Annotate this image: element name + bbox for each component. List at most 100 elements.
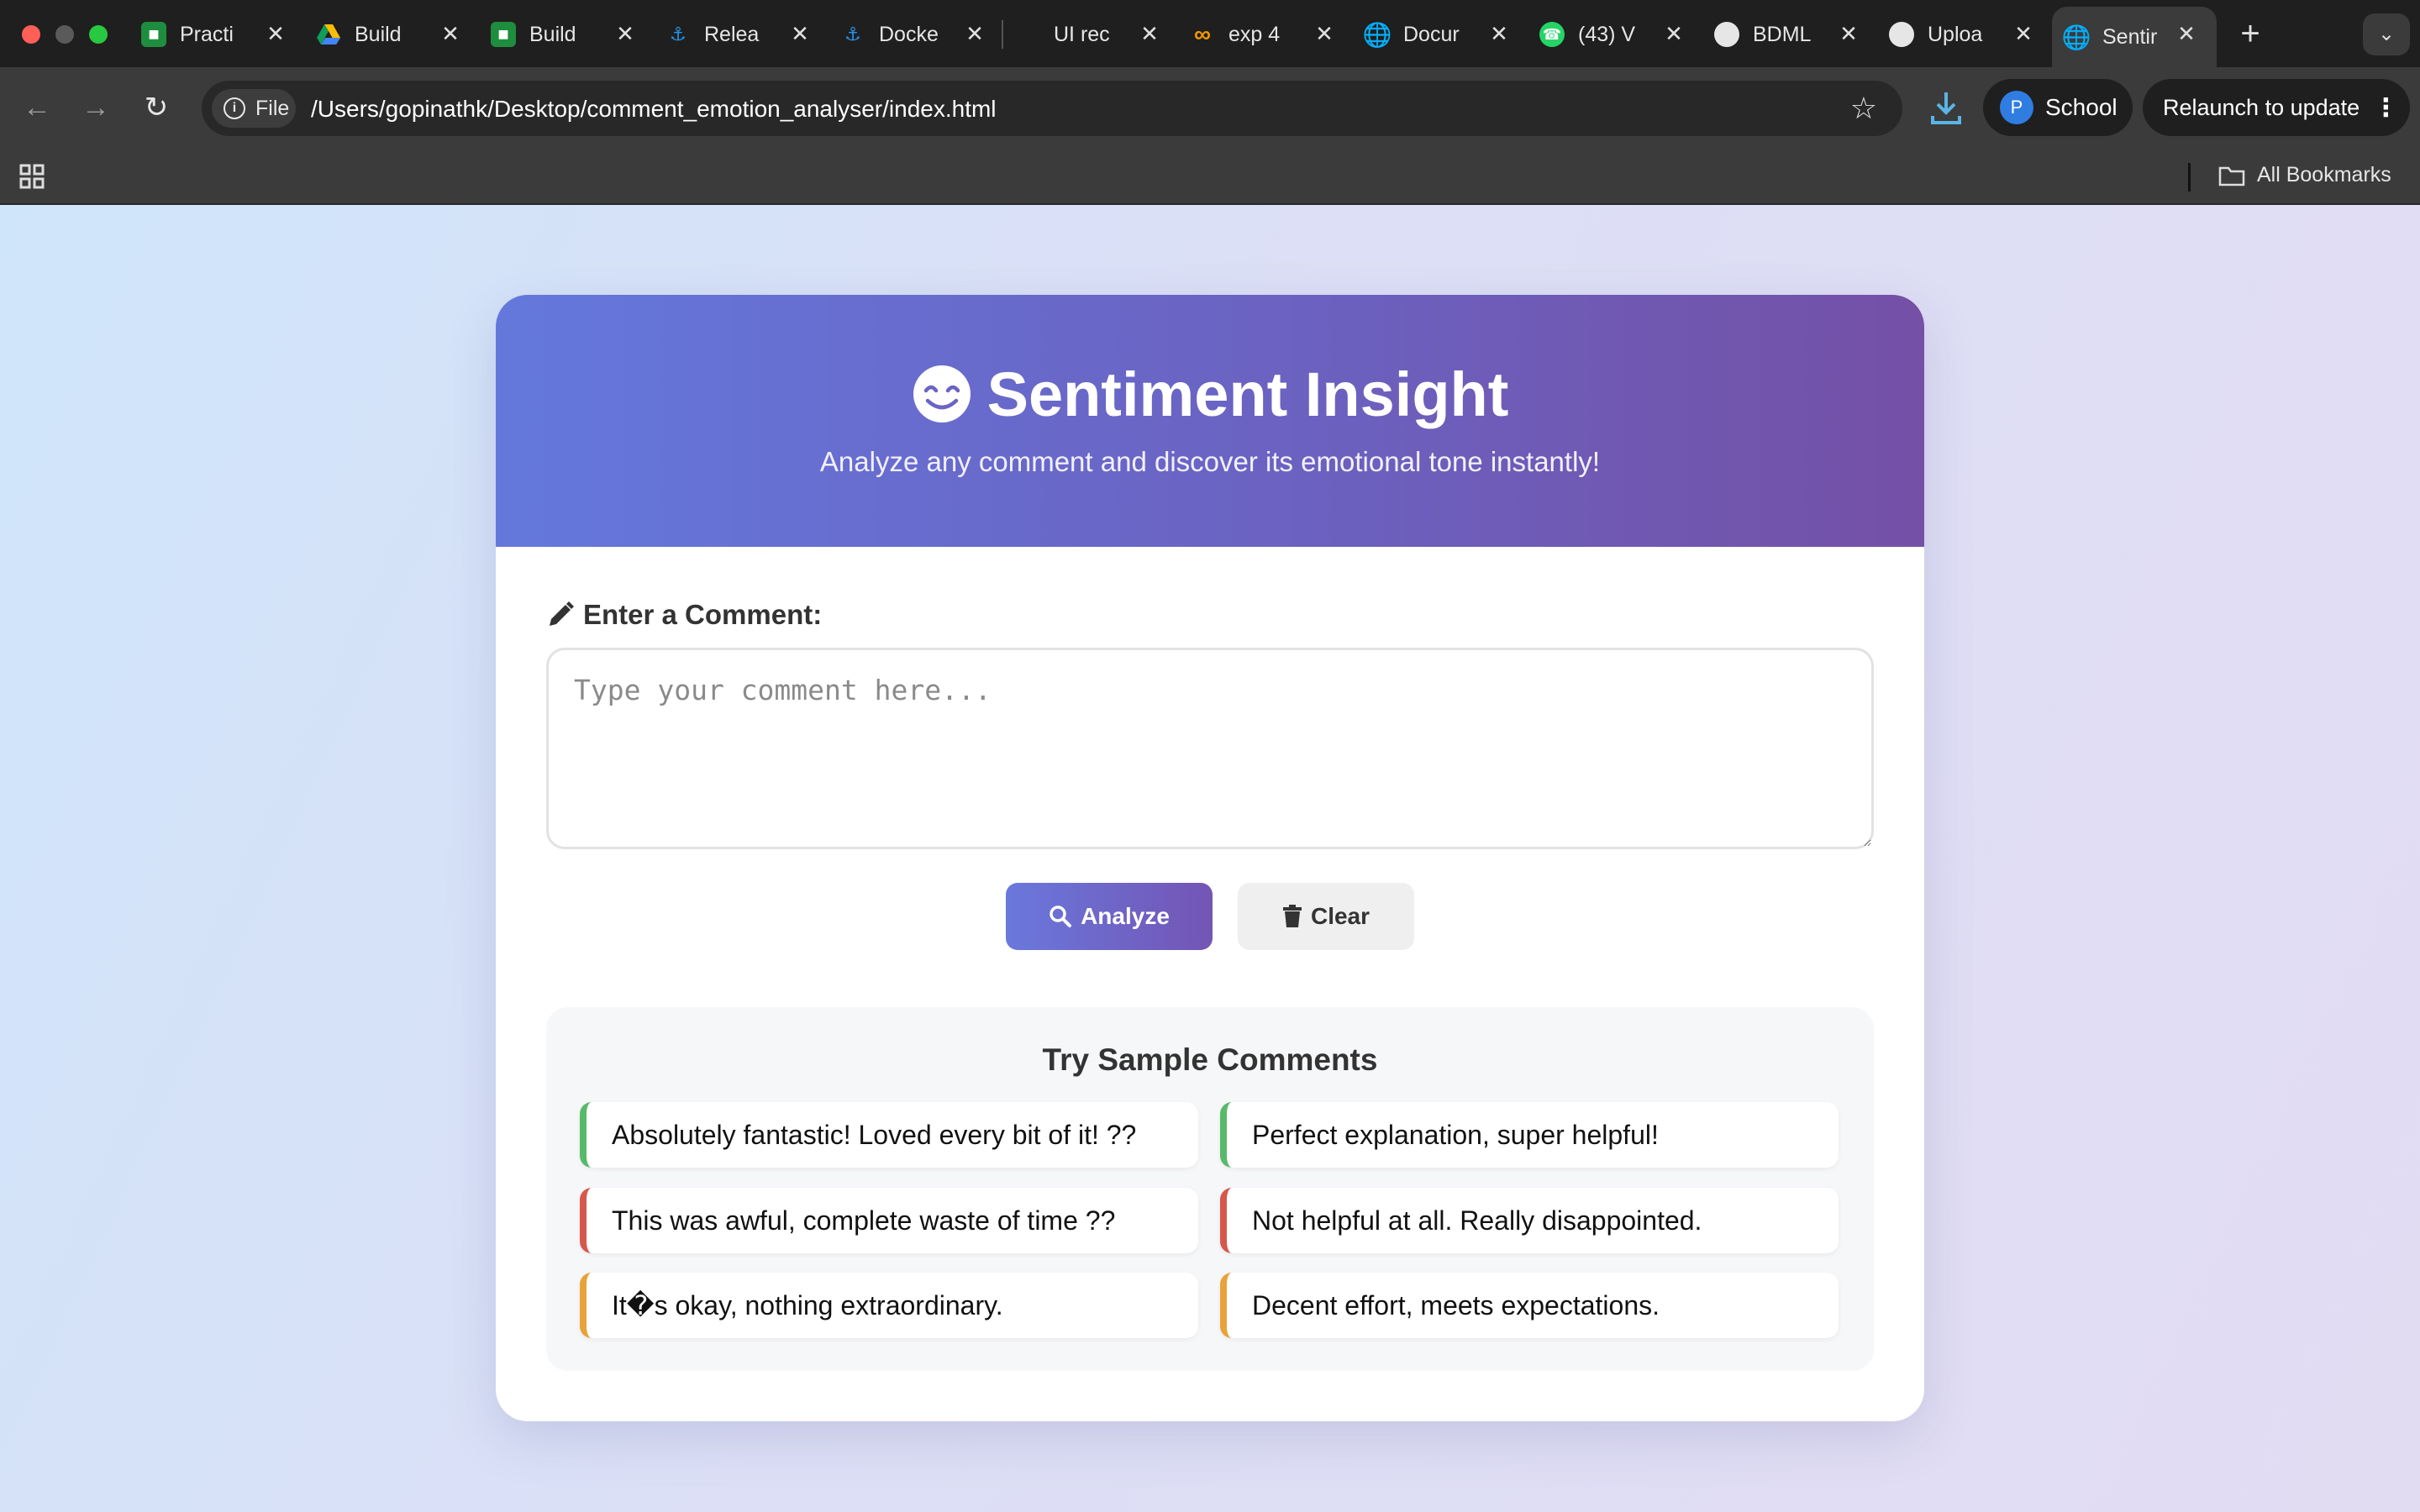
tab-title: Relea [704, 22, 760, 46]
clear-button[interactable]: Clear [1238, 883, 1414, 950]
close-tab-icon[interactable]: ✕ [1837, 22, 1860, 45]
profile-name: School [2045, 94, 2118, 120]
close-tab-icon[interactable]: ✕ [439, 22, 462, 45]
bookmark-star-icon[interactable]: ☆ [1850, 91, 1877, 126]
sample-comment[interactable]: Decent effort, meets expectations. [1220, 1273, 1839, 1338]
browser-tab[interactable]: 🌐 Docur ✕ [1363, 7, 1539, 62]
analyzer-card: Sentiment Insight Analyze any comment an… [496, 295, 1924, 1421]
classroom-icon: ■ [491, 22, 516, 47]
more-menu-icon[interactable]: ⋮ [2373, 93, 2398, 123]
browser-tab[interactable]: Build ✕ [316, 7, 491, 62]
samples-title: Try Sample Comments [1042, 1042, 1378, 1077]
all-bookmarks-label: All Bookmarks [2257, 163, 2391, 186]
close-window-button[interactable] [22, 25, 40, 44]
relaunch-button[interactable]: Relaunch to update ⋮ [2143, 79, 2410, 136]
tab-title: Docke [879, 22, 939, 46]
tab-title: exp 4 [1228, 22, 1281, 46]
clear-label: Clear [1310, 903, 1370, 929]
tab-title: Docur [1403, 22, 1460, 46]
tab-title: Practi [180, 22, 234, 46]
tab-strip: ■ Practi ✕ Build ✕ ■ Build ✕ ⚓ Relea ✕ ⚓… [0, 0, 2420, 67]
sample-comment[interactable]: Absolutely fantastic! Loved every bit of… [580, 1102, 1198, 1168]
close-tab-icon[interactable]: ✕ [264, 22, 287, 45]
page-title: Sentiment Insight [496, 359, 1924, 438]
page-subtitle: Analyze any comment and discover its emo… [819, 446, 1601, 477]
browser-tab[interactable]: Uploa ✕ [1889, 7, 2064, 62]
tab-title: (43) V [1578, 22, 1636, 46]
analyze-label: Analyze [1081, 903, 1170, 929]
maximize-window-button[interactable] [89, 25, 108, 44]
close-tab-icon[interactable]: ✕ [1313, 22, 1336, 45]
close-tab-icon[interactable]: ✕ [2012, 22, 2035, 45]
blank-icon [1015, 22, 1040, 47]
comment-input[interactable] [546, 648, 1874, 849]
sample-comment[interactable]: This was awful, complete waste of time ?… [580, 1188, 1198, 1253]
browser-tab[interactable]: UI rec ✕ [1015, 7, 1190, 62]
profile-button[interactable]: P School [1983, 79, 2133, 136]
sample-comments-panel: Try Sample Comments Absolutely fantastic… [546, 1007, 1874, 1371]
browser-tab[interactable]: ∞ exp 4 ✕ [1190, 7, 1365, 62]
title-text: Sentiment Insight [986, 360, 1509, 429]
folder-icon [2218, 166, 2245, 186]
trash-icon [1282, 905, 1302, 927]
browser-tab[interactable]: ■ Build ✕ [491, 7, 666, 62]
sample-comment[interactable]: Perfect explanation, super helpful! [1220, 1102, 1839, 1168]
close-tab-icon[interactable]: ✕ [1487, 22, 1511, 45]
browser-tab[interactable]: BDML ✕ [1714, 7, 1889, 62]
infinity-icon: ∞ [1194, 21, 1211, 47]
avatar: P [2000, 91, 2033, 124]
minimize-window-button[interactable] [55, 25, 74, 44]
download-icon[interactable] [1929, 89, 1963, 126]
close-tab-icon[interactable]: ✕ [1662, 22, 1686, 45]
browser-tab[interactable]: ⚓ Docke ✕ [840, 7, 1015, 62]
hero-header: Sentiment Insight Analyze any comment an… [496, 295, 1924, 547]
forward-button[interactable]: → [79, 91, 113, 124]
tab-title: Uploa [1928, 22, 1983, 46]
sample-comment[interactable]: Not helpful at all. Really disappointed. [1220, 1188, 1839, 1253]
new-tab-button[interactable]: + [2232, 15, 2269, 52]
browser-tab[interactable]: ☎ (43) V ✕ [1539, 7, 1714, 62]
comment-label: Enter a Comment: [546, 599, 822, 631]
back-button[interactable]: ← [20, 91, 54, 124]
browser-tab[interactable]: ■ Practi ✕ [141, 7, 316, 62]
relaunch-label: Relaunch to update [2163, 94, 2360, 120]
reload-button[interactable]: ↻ [139, 91, 173, 124]
close-tab-icon[interactable]: ✕ [963, 22, 986, 45]
tab-title: BDML [1753, 22, 1812, 46]
comment-label-text: Enter a Comment: [583, 599, 823, 630]
drive-icon [316, 22, 341, 47]
site-info-chip[interactable]: i File [212, 89, 296, 128]
address-bar[interactable]: i File /Users/gopinathk/Desktop/comment_… [202, 81, 1902, 136]
chip-label: File [255, 96, 290, 120]
tab-title: UI rec [1054, 22, 1110, 46]
bookmark-separator [2188, 163, 2191, 192]
apps-grid-icon[interactable] [18, 163, 45, 190]
close-tab-icon[interactable]: ✕ [788, 22, 812, 45]
close-tab-icon[interactable]: ✕ [1138, 22, 1161, 45]
browser-tab-active[interactable]: 🌐 Sentir ✕ [2052, 7, 2217, 67]
search-icon [1050, 906, 1072, 927]
tab-search-button[interactable]: ⌄ [2363, 13, 2410, 55]
sample-comment[interactable]: It�s okay, nothing extraordinary. [580, 1273, 1198, 1338]
info-icon: i [224, 97, 245, 119]
tab-title: Build [529, 22, 576, 46]
globe-icon: 🌐 [2061, 24, 2091, 50]
all-bookmarks-button[interactable]: All Bookmarks [2218, 163, 2391, 187]
tab-separator [1002, 20, 1003, 49]
smiling-face-icon [912, 364, 972, 438]
page-background: Sentiment Insight Analyze any comment an… [0, 205, 2420, 1512]
pencil-icon [550, 601, 574, 626]
close-tab-icon[interactable]: ✕ [613, 22, 637, 45]
tab-title: Build [355, 22, 402, 46]
docker-icon: ⚓ [844, 24, 861, 45]
github-icon [1714, 22, 1739, 47]
tab-title: Sentir [2102, 24, 2158, 49]
url-text[interactable]: /Users/gopinathk/Desktop/comment_emotion… [311, 96, 997, 123]
bookmarks-bar: All Bookmarks [0, 148, 2420, 205]
docker-icon: ⚓ [670, 24, 687, 45]
close-tab-icon[interactable]: ✕ [2175, 22, 2198, 45]
analyze-button[interactable]: Analyze [1006, 883, 1213, 950]
browser-toolbar: ← → ↻ i File /Users/gopinathk/Desktop/co… [0, 67, 2420, 148]
browser-tab[interactable]: ⚓ Relea ✕ [666, 7, 840, 62]
github-icon [1889, 22, 1914, 47]
